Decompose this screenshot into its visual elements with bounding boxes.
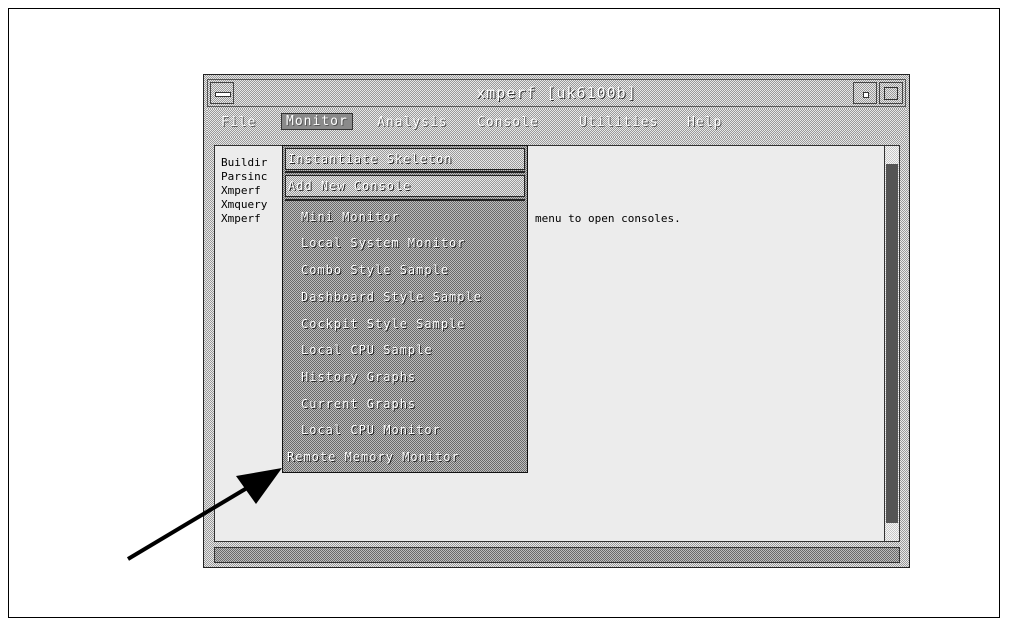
- pointer-arrow: [126, 468, 282, 561]
- arrow-head-icon: [236, 468, 282, 504]
- arrow-shaft: [126, 483, 254, 561]
